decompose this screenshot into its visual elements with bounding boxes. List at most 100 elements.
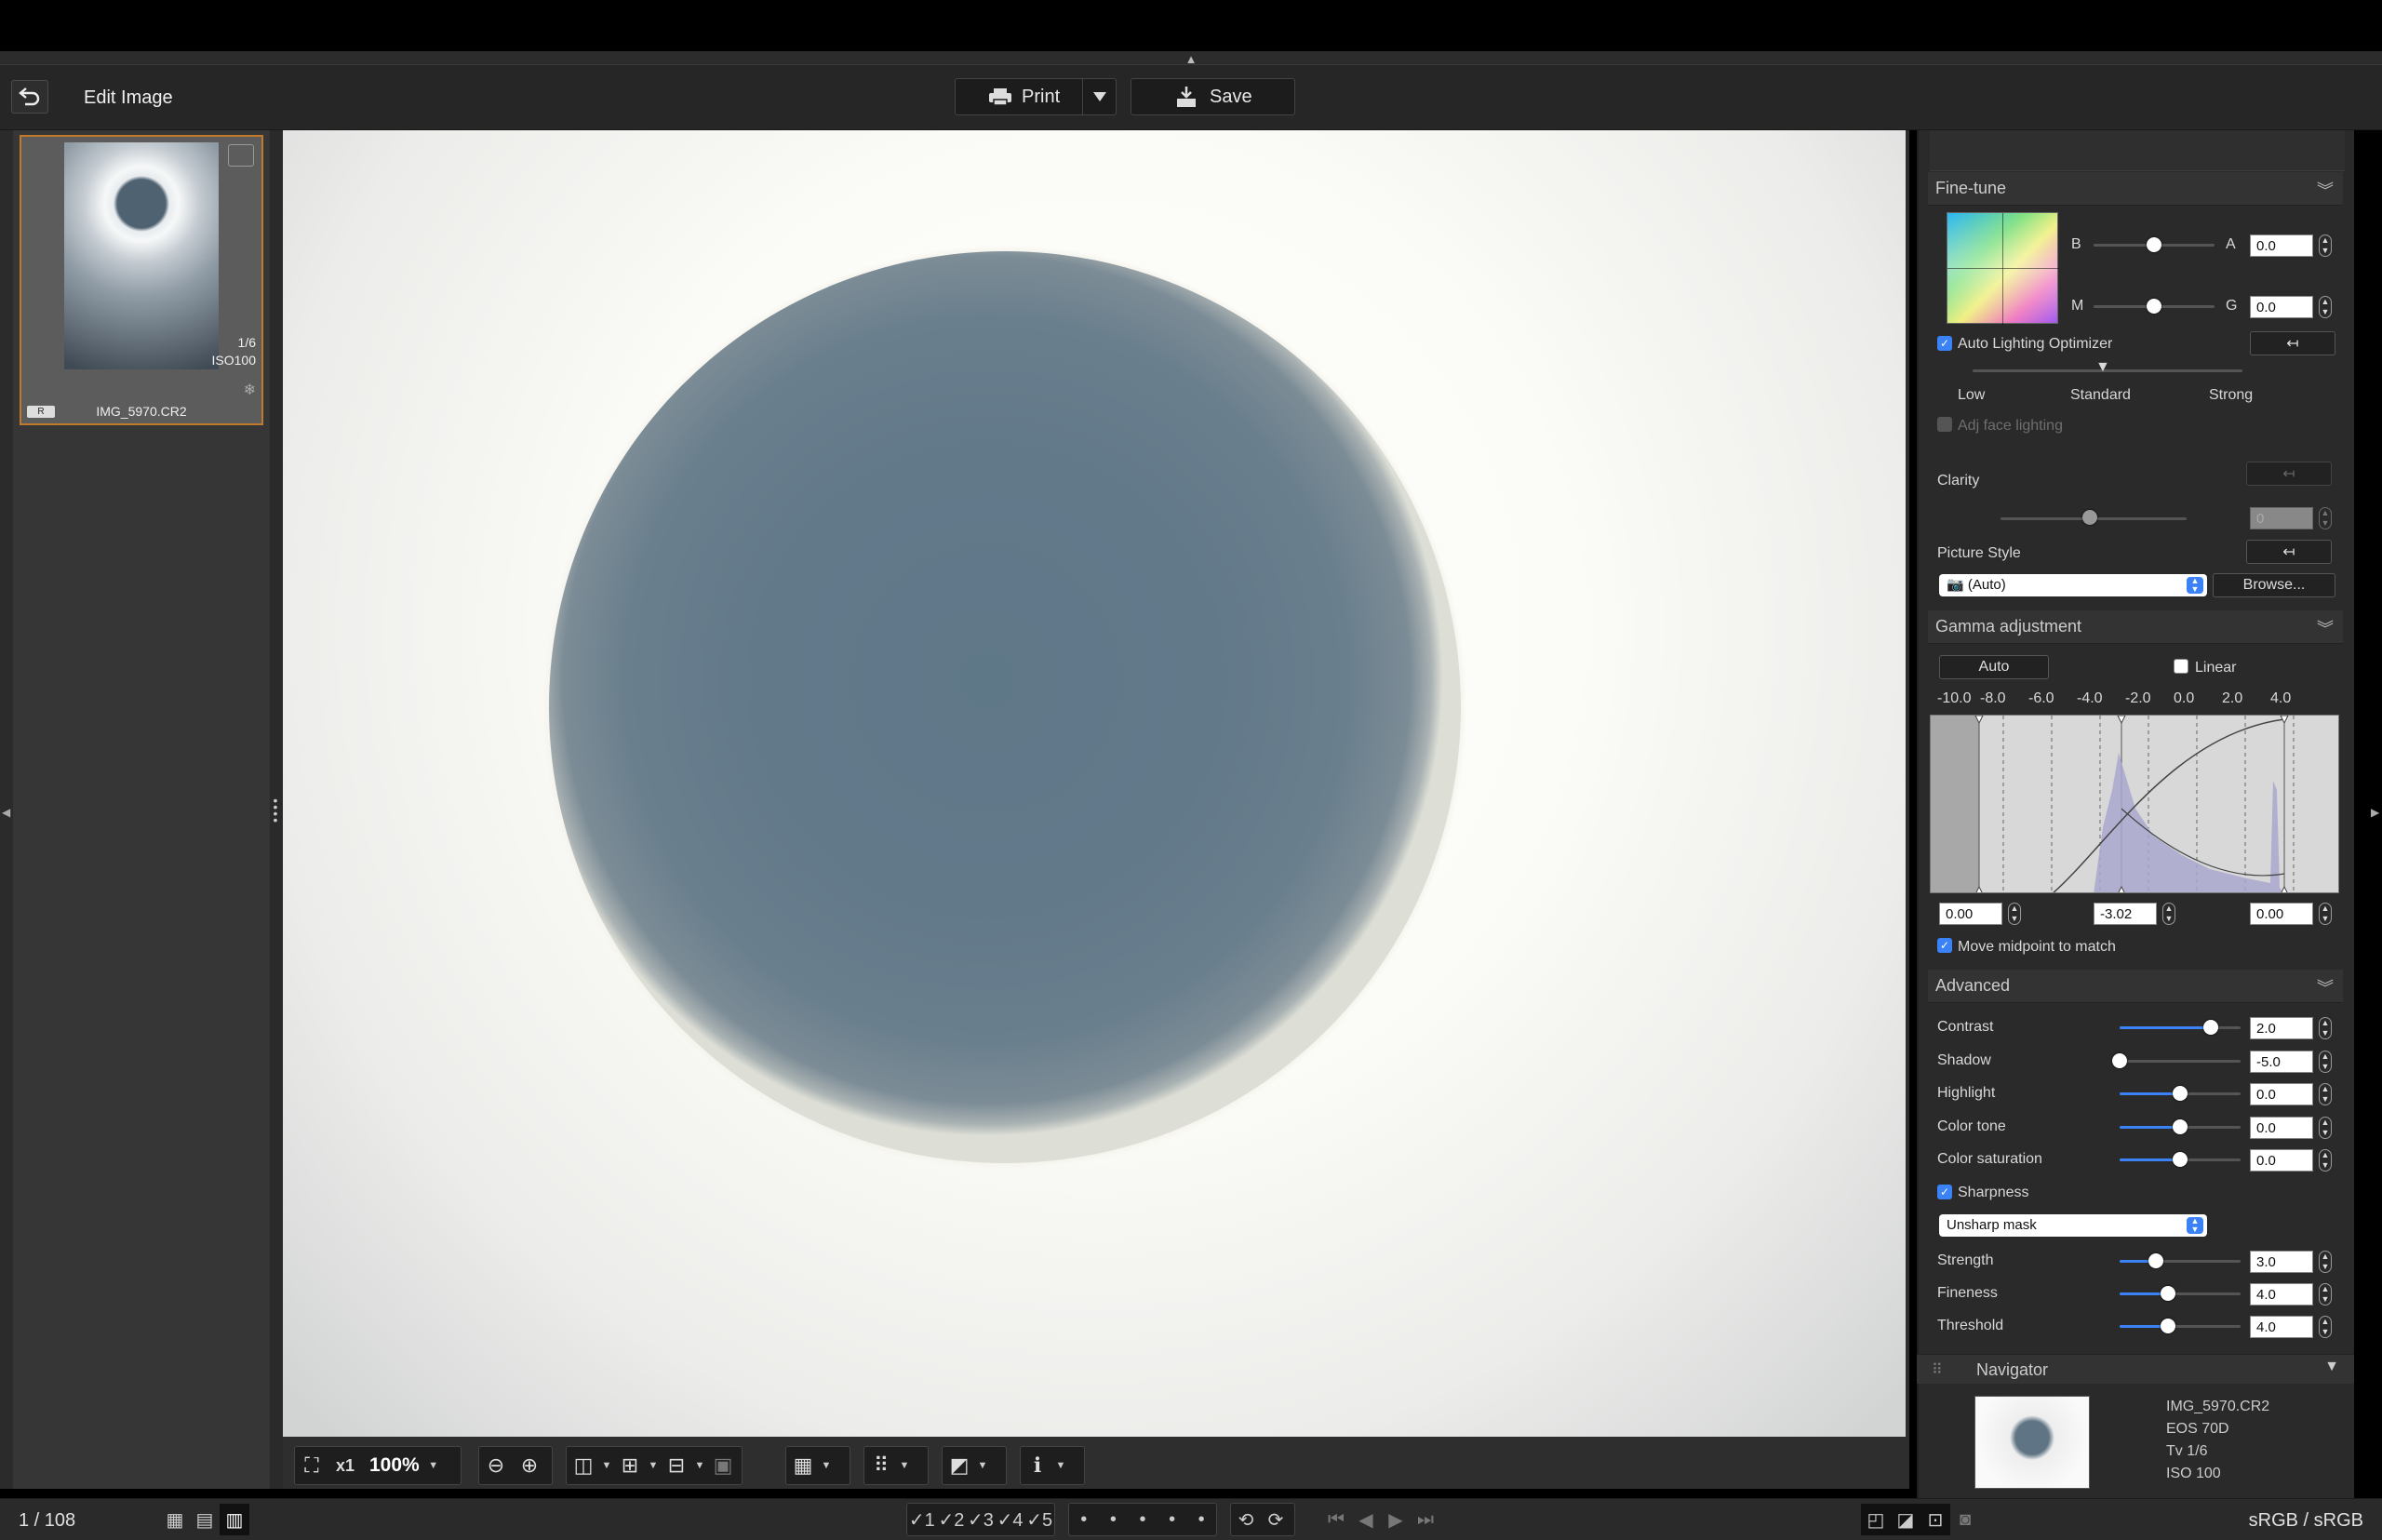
contrast-slider-knob[interactable] — [2202, 1020, 2218, 1035]
collapse-section-icon[interactable]: ︾ — [2317, 616, 2334, 640]
thumbnail-card[interactable]: 1/6 ISO100 ❄ R IMG_5970.CR2 — [20, 135, 263, 425]
highlight-value-field[interactable]: 0.0 — [2250, 1083, 2313, 1105]
split-view-dropdown[interactable]: ▼ — [647, 1460, 660, 1471]
check-mark-4-icon[interactable]: ✓4 — [996, 1504, 1025, 1535]
color-saturation-stepper[interactable]: ▲ ▼ — [2319, 1149, 2332, 1172]
move-midpoint-checkbox[interactable]: ✓ — [1937, 938, 1952, 953]
next-image-icon[interactable]: ▶ — [1381, 1504, 1411, 1535]
grid-icon[interactable]: ▦ — [786, 1449, 820, 1482]
a-stepper[interactable]: ▲ ▼ — [2319, 234, 2332, 257]
af-points-dropdown[interactable]: ▼ — [898, 1460, 911, 1471]
grid-dropdown[interactable]: ▼ — [820, 1460, 833, 1471]
strength-stepper[interactable]: ▲ ▼ — [2319, 1251, 2332, 1273]
edit-layout-icon[interactable]: ▥ — [220, 1504, 249, 1535]
collapse-section-icon[interactable]: ︾ — [2317, 975, 2334, 999]
sharpness-checkbox[interactable]: ✓ — [1937, 1185, 1952, 1199]
first-image-icon[interactable]: ⏮ — [1321, 1504, 1351, 1535]
color-tone-stepper[interactable]: ▲ ▼ — [2319, 1116, 2332, 1139]
fineness-value-field[interactable]: 4.0 — [2250, 1283, 2313, 1306]
gamma-white-field[interactable]: 0.00 — [2250, 903, 2313, 925]
shadow-slider-knob[interactable] — [2112, 1052, 2127, 1068]
rating-dot-3-icon[interactable]: • — [1128, 1504, 1158, 1535]
info-icon[interactable]: ℹ — [1021, 1449, 1054, 1482]
actual-size-button[interactable]: x1 — [328, 1449, 362, 1482]
color-tone-value-field[interactable]: 0.0 — [2250, 1116, 2313, 1139]
last-image-icon[interactable]: ⏭ — [1411, 1504, 1440, 1535]
quad-view-icon[interactable]: ⊟ — [660, 1449, 693, 1482]
check-mark-1-icon[interactable]: ✓1 — [907, 1504, 937, 1535]
quad-view-dropdown[interactable]: ▼ — [693, 1460, 706, 1471]
fine-tune-header[interactable]: Fine-tune ︾ — [1928, 172, 2343, 206]
histogram-tool-icon[interactable]: ◪ — [1891, 1504, 1920, 1535]
sharpness-mode-select[interactable]: Unsharp mask ▲ ▼ — [1939, 1214, 2207, 1237]
mg-slider-knob[interactable] — [2147, 299, 2161, 314]
gamma-mid-field[interactable]: -3.02 — [2094, 903, 2157, 925]
drag-handle-icon[interactable]: • • • • — [272, 794, 279, 831]
check-mark-2-icon[interactable]: ✓2 — [937, 1504, 967, 1535]
linear-checkbox[interactable] — [2174, 659, 2188, 674]
rotate-left-icon[interactable]: ⟲ — [1231, 1504, 1261, 1535]
gamma-auto-button[interactable]: Auto — [1939, 655, 2049, 679]
color-saturation-slider-knob[interactable] — [2173, 1152, 2188, 1167]
threshold-stepper[interactable]: ▲ ▼ — [2319, 1316, 2332, 1338]
clarity-value-field[interactable]: 0 — [2250, 507, 2313, 529]
alo-reset-button[interactable]: ↤ — [2250, 331, 2335, 355]
highlight-stepper[interactable]: ▲ ▼ — [2319, 1083, 2332, 1105]
crop-tool-icon[interactable]: ⊡ — [1920, 1504, 1950, 1535]
contrast-value-field[interactable]: 2.0 — [2250, 1017, 2313, 1039]
check-mark-3-icon[interactable]: ✓3 — [966, 1504, 996, 1535]
g-value-field[interactable]: 0.0 — [2250, 296, 2313, 318]
split-view-icon[interactable]: ⊞ — [613, 1449, 647, 1482]
edit-tool-icon[interactable]: ◰ — [1861, 1504, 1891, 1535]
rating-dot-5-icon[interactable]: • — [1186, 1504, 1216, 1535]
info-dropdown[interactable]: ▼ — [1054, 1460, 1067, 1471]
rating-dot-2-icon[interactable]: • — [1099, 1504, 1129, 1535]
contrast-stepper[interactable]: ▲ ▼ — [2319, 1017, 2332, 1039]
collapse-section-icon[interactable]: ︾ — [2317, 178, 2334, 202]
chevron-down-icon[interactable]: ▼ — [2324, 1359, 2339, 1375]
rating-dot-1-icon[interactable]: • — [1069, 1504, 1099, 1535]
navigator-header[interactable]: ⠿ Navigator ▼ — [1917, 1354, 2354, 1384]
collapse-up-icon[interactable]: ▲ — [1184, 52, 1198, 66]
advanced-header[interactable]: Advanced ︾ — [1928, 970, 2343, 1003]
af-points-icon[interactable]: ⠿ — [864, 1449, 898, 1482]
check-mark-5-icon[interactable]: ✓5 — [1024, 1504, 1054, 1535]
sync-view-icon[interactable]: ▣ — [706, 1449, 740, 1482]
collapse-left-icon[interactable]: ◀ — [2, 806, 11, 819]
gamma-black-stepper[interactable]: ▲ ▼ — [2008, 903, 2021, 925]
shadow-value-field[interactable]: -5.0 — [2250, 1050, 2313, 1073]
grip-icon[interactable]: ⠿ — [1932, 1360, 1943, 1379]
gamma-white-stepper[interactable]: ▲ ▼ — [2319, 903, 2332, 925]
color-tone-slider-knob[interactable] — [2173, 1118, 2188, 1134]
adj-face-checkbox[interactable] — [1937, 417, 1952, 432]
highlight-slider-knob[interactable] — [2173, 1086, 2188, 1101]
save-button[interactable]: Save — [1131, 78, 1295, 115]
gamma-header[interactable]: Gamma adjustment ︾ — [1928, 610, 2343, 644]
rating-dot-4-icon[interactable]: • — [1158, 1504, 1187, 1535]
g-stepper[interactable]: ▲ ▼ — [2319, 296, 2332, 318]
browse-button[interactable]: Browse... — [2213, 573, 2335, 597]
clarity-reset-button[interactable]: ↤ — [2246, 462, 2332, 486]
print-button[interactable]: Print — [955, 78, 1117, 115]
single-view-icon[interactable]: ◫ — [567, 1449, 600, 1482]
auto-lighting-checkbox[interactable]: ✓ — [1937, 336, 1952, 351]
gamma-black-field[interactable]: 0.00 — [1939, 903, 2002, 925]
collapse-right-icon[interactable]: ▶ — [2371, 806, 2380, 819]
rotate-right-icon[interactable]: ⟳ — [1261, 1504, 1291, 1535]
fineness-stepper[interactable]: ▲ ▼ — [2319, 1283, 2332, 1306]
highlight-warning-icon[interactable]: ◩ — [943, 1449, 976, 1482]
clarity-stepper[interactable]: ▲ ▼ — [2319, 507, 2332, 529]
shadow-slider-track[interactable] — [2120, 1059, 2241, 1063]
zoom-in-icon[interactable]: ⊕ — [513, 1449, 546, 1482]
zoom-out-icon[interactable]: ⊖ — [479, 1449, 513, 1482]
single-view-dropdown[interactable]: ▼ — [600, 1460, 613, 1471]
gamma-histogram[interactable] — [1930, 715, 2339, 893]
alo-slider-marker[interactable]: ▼ — [2095, 359, 2110, 376]
shadow-stepper[interactable]: ▲ ▼ — [2319, 1050, 2332, 1073]
print-dropdown[interactable] — [1082, 79, 1116, 114]
white-balance-color-grid[interactable] — [1947, 212, 2059, 325]
highlight-warning-dropdown[interactable]: ▼ — [976, 1460, 989, 1471]
a-value-field[interactable]: 0.0 — [2250, 234, 2313, 257]
grid-layout-icon[interactable]: ▦ — [160, 1504, 190, 1535]
zoom-dropdown-icon[interactable]: ▼ — [427, 1460, 440, 1471]
